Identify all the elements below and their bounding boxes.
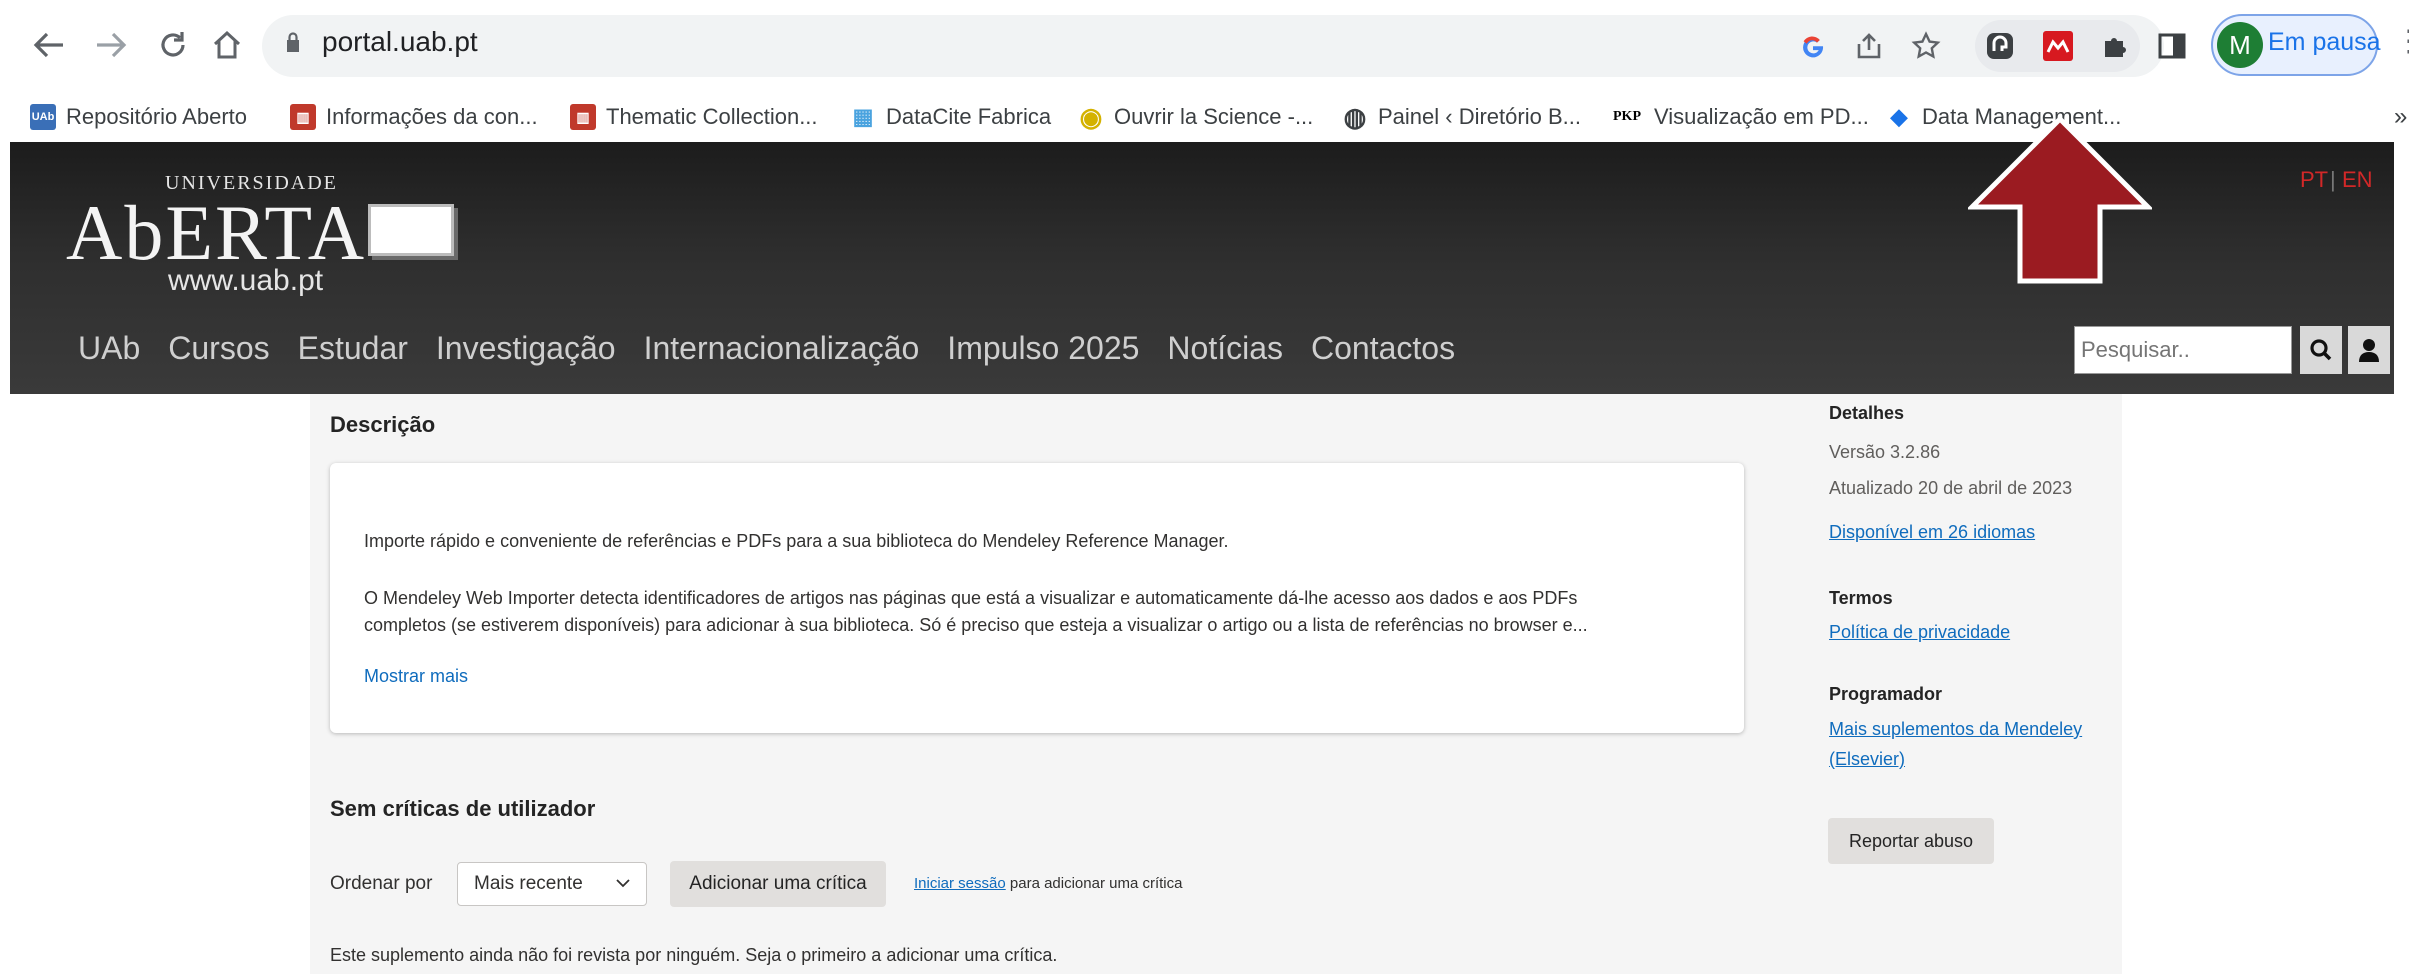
sort-select[interactable]: Mais recente [457, 862, 647, 906]
bookmark-label: Ouvrir la Science -... [1114, 104, 1314, 129]
lang-pt-link[interactable]: PT [2300, 167, 2328, 193]
side-panel-icon[interactable] [2152, 26, 2192, 66]
bookmark-visualizacao-pdf[interactable]: PKP Visualização em PD... [1610, 92, 1869, 142]
updated-text: Atualizado 20 de abril de 2023 [1829, 478, 2073, 498]
nav-internacionalizacao[interactable]: Internacionalização [644, 330, 920, 367]
description-heading: Descrição [330, 412, 436, 437]
mendeley-extension-icon[interactable] [2038, 26, 2078, 66]
bookmark-informacoes[interactable]: ▥ Informações da con... [290, 92, 538, 142]
globe-icon: ◍ [1342, 101, 1368, 132]
site-search-input[interactable] [2074, 326, 2292, 374]
version-text: Versão 3.2.86 [1829, 442, 1941, 462]
circle-icon: ◉ [1078, 101, 1104, 132]
bookmarks-overflow-icon[interactable]: » [2394, 92, 2407, 142]
add-review-button[interactable]: Adicionar uma crítica [670, 861, 886, 907]
sign-in-suffix: para adicionar uma crítica [1009, 875, 1183, 892]
description-paragraph-2-line-2: completos (se estiverem disponíveis) par… [364, 615, 1588, 635]
google-icon[interactable] [1795, 26, 1831, 66]
search-icon[interactable] [2300, 326, 2342, 374]
home-icon[interactable] [204, 22, 250, 68]
book-icon: ▥ [290, 104, 316, 130]
developer-heading: Programador [1829, 684, 1943, 704]
puzzle-extensions-icon[interactable] [2096, 26, 2136, 66]
lang-en-link[interactable]: EN [2342, 167, 2373, 193]
no-reviews-text: Este suplemento ainda não foi revista po… [330, 945, 1058, 965]
nav-contactos[interactable]: Contactos [1311, 330, 1455, 367]
bookmark-repositorio-aberto[interactable]: UAb Repositório Aberto [30, 92, 247, 142]
share-icon[interactable] [1851, 26, 1887, 66]
bookmark-label: Repositório Aberto [66, 104, 247, 129]
lock-icon[interactable] [286, 31, 300, 53]
elephant-extension-icon[interactable] [1980, 26, 2020, 66]
reviews-heading: Sem críticas de utilizador [330, 796, 596, 821]
star-icon[interactable] [1908, 26, 1944, 66]
site-nav: UAb Cursos Estudar Investigação Internac… [78, 330, 1483, 367]
description-paragraph-2-line-1: O Mendeley Web Importer detecta identifi… [364, 588, 1578, 608]
logo-box-icon [368, 204, 454, 256]
url-text[interactable]: portal.uab.pt [322, 26, 478, 58]
nav-estudar[interactable]: Estudar [298, 330, 408, 367]
reload-icon[interactable] [150, 22, 196, 68]
diamond-icon: ◆ [1886, 104, 1912, 130]
nav-noticias[interactable]: Notícias [1167, 330, 1283, 367]
pkp-icon: PKP [1610, 104, 1644, 130]
nav-impulso-2025[interactable]: Impulso 2025 [947, 330, 1139, 367]
developer-link-line-1[interactable]: Mais suplementos da Mendeley [1829, 719, 2082, 740]
nav-uab[interactable]: UAb [78, 330, 140, 367]
logo-url[interactable]: www.uab.pt [168, 264, 323, 298]
bookmark-thematic-collection[interactable]: ▥ Thematic Collection... [570, 92, 818, 142]
bookmark-label: Thematic Collection... [606, 104, 818, 129]
privacy-policy-link[interactable]: Política de privacidade [1829, 622, 2010, 643]
uab-icon: UAb [30, 104, 56, 130]
bookmark-datacite-fabrica[interactable]: ▦ DataCite Fabrica [850, 92, 1051, 142]
sign-in-link[interactable]: Iniciar sessão [914, 875, 1006, 892]
description-paragraph-1: Importe rápido e conveniente de referênc… [364, 531, 1229, 551]
red-arrow-annotation [1968, 115, 2152, 284]
terms-heading: Termos [1829, 588, 1893, 608]
sign-in-prompt: Iniciar sessão para adicionar uma crític… [914, 875, 1182, 892]
profile-status-label[interactable]: Em pausa [2268, 28, 2381, 57]
report-abuse-button[interactable]: Reportar abuso [1828, 818, 1994, 864]
chart-icon: ▦ [850, 104, 876, 130]
languages-link[interactable]: Disponível em 26 idiomas [1829, 522, 2035, 543]
bookmark-label: Painel ‹ Diretório B... [1378, 104, 1581, 129]
nav-investigacao[interactable]: Investigação [436, 330, 616, 367]
user-icon[interactable] [2348, 326, 2390, 374]
avatar[interactable]: M [2217, 22, 2263, 68]
developer-link-line-2[interactable]: (Elsevier) [1829, 749, 1905, 770]
sort-value: Mais recente [474, 873, 583, 894]
book-icon: ▥ [570, 104, 596, 130]
chevron-down-icon [616, 879, 630, 888]
bookmark-label: Visualização em PD... [1654, 104, 1869, 129]
sort-label: Ordenar por [330, 873, 433, 894]
bookmark-label: DataCite Fabrica [886, 104, 1052, 129]
details-heading: Detalhes [1829, 403, 1905, 423]
bookmark-ouvrir-la-science[interactable]: ◉ Ouvrir la Science -... [1078, 92, 1313, 142]
bookmark-label: Informações da con... [326, 104, 538, 129]
bookmark-painel-diretorio[interactable]: ◍ Painel ‹ Diretório B... [1342, 92, 1581, 142]
lang-separator: | [2330, 167, 2336, 192]
nav-cursos[interactable]: Cursos [168, 330, 269, 367]
show-more-link[interactable]: Mostrar mais [364, 663, 468, 690]
back-icon[interactable] [26, 22, 72, 68]
menu-icon[interactable]: ⋮ [2394, 24, 2409, 59]
forward-icon[interactable] [88, 22, 134, 68]
